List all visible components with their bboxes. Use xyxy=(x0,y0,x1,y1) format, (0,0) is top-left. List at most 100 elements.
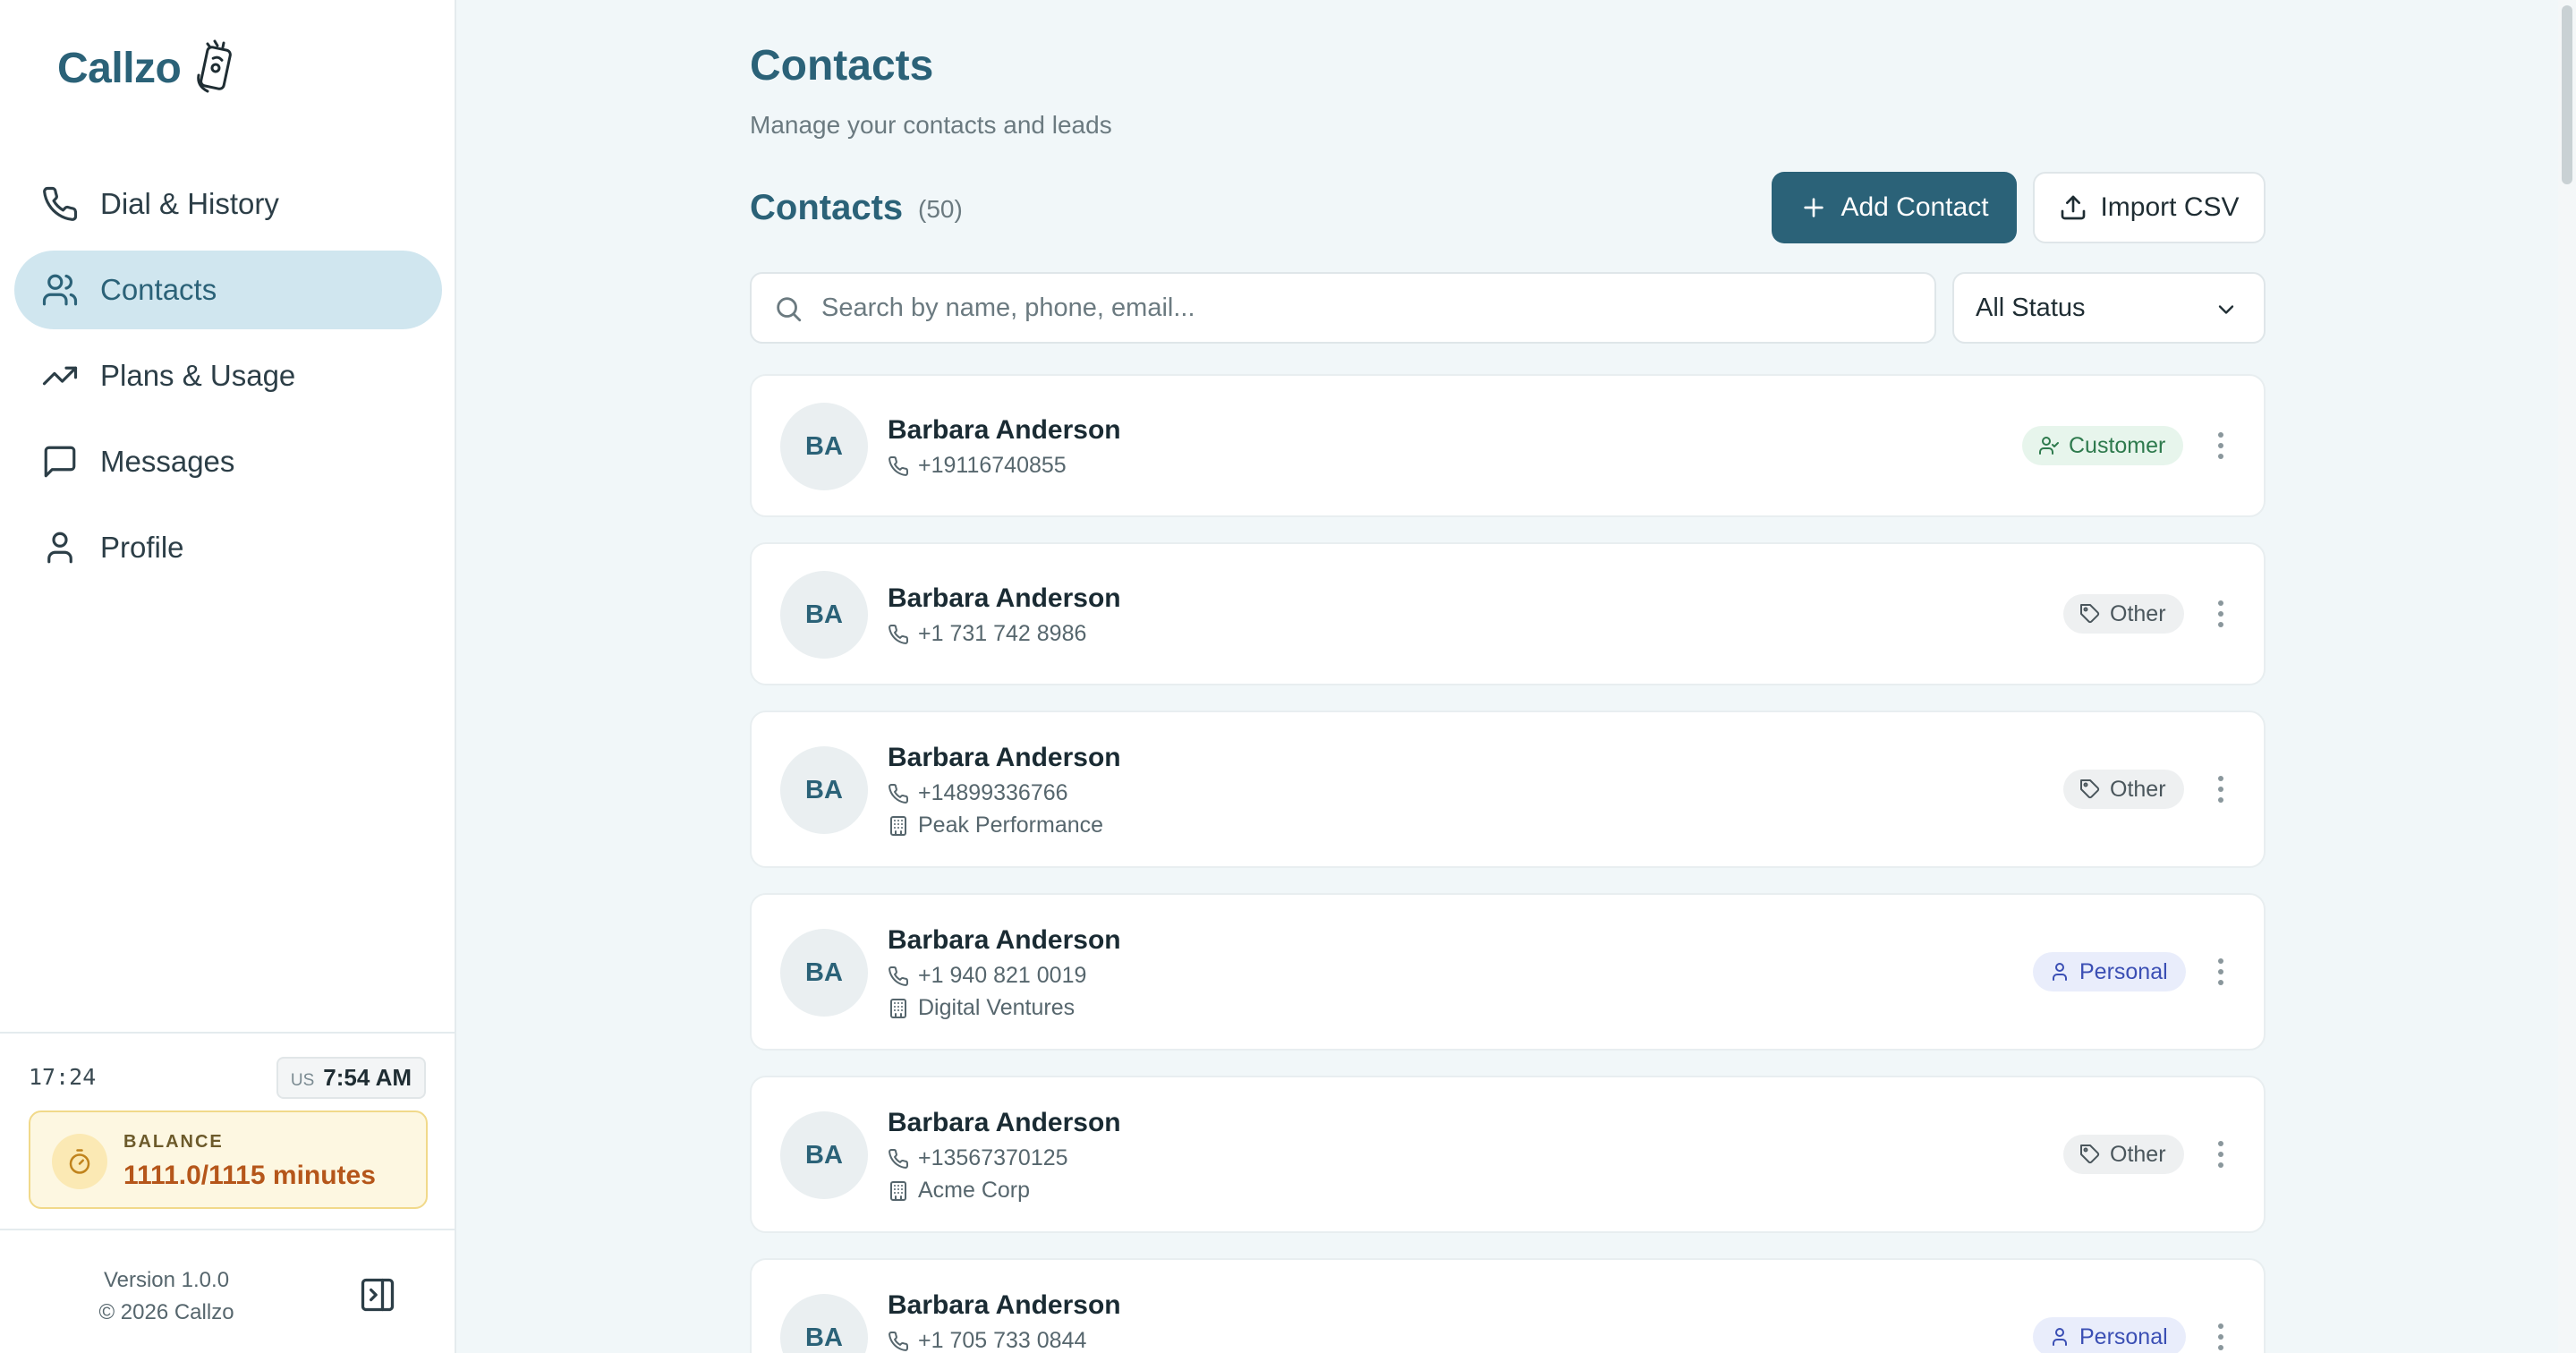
sidebar-item-profile[interactable]: Profile xyxy=(14,508,442,587)
status-badge: Personal xyxy=(2033,952,2186,991)
sidebar-item-plans-usage[interactable]: Plans & Usage xyxy=(14,336,442,415)
phone-icon xyxy=(43,186,78,221)
contact-phone: +1 705 733 0844 xyxy=(888,1328,1086,1353)
import-csv-button[interactable]: Import CSV xyxy=(2033,172,2266,243)
add-contact-button[interactable]: Add Contact xyxy=(1772,172,2017,243)
timezone-time: 7:54 AM xyxy=(323,1064,412,1091)
more-options-button[interactable] xyxy=(2210,596,2232,632)
sidebar-item-label: Plans & Usage xyxy=(100,359,296,392)
scrollbar-thumb[interactable] xyxy=(2562,5,2572,184)
trending-up-icon xyxy=(42,366,78,386)
phone-icon xyxy=(888,1331,909,1351)
avatar: BA xyxy=(780,1294,868,1353)
sidebar-item-label: Profile xyxy=(100,531,184,564)
sidebar-footer: Version 1.0.0 © 2026 Callzo xyxy=(0,1229,455,1353)
user-icon xyxy=(47,532,72,564)
contact-company: Acme Corp xyxy=(888,1178,1030,1204)
timezone-code: US xyxy=(290,1071,315,1090)
sidebar-item-label: Dial & History xyxy=(100,187,279,220)
contact-phone: +19116740855 xyxy=(888,453,1067,479)
status-badge-label: Customer xyxy=(2069,432,2166,458)
search-input[interactable] xyxy=(821,274,1913,342)
page-scrollbar[interactable] xyxy=(2558,0,2576,1353)
more-vertical-icon xyxy=(2218,776,2223,803)
avatar: BA xyxy=(780,1111,868,1199)
sidebar: Callzo Dial & History Contacts Plans & U… xyxy=(0,0,456,1353)
more-vertical-icon xyxy=(2218,958,2223,985)
contact-card[interactable]: BA Barbara Anderson +1 731 742 8986 Othe… xyxy=(750,542,2266,685)
section-title: Contacts xyxy=(750,188,904,227)
sidebar-item-contacts[interactable]: Contacts xyxy=(14,251,442,329)
panel-collapse-icon xyxy=(361,1278,395,1312)
more-options-button[interactable] xyxy=(2210,771,2232,807)
contact-phone: +1 731 742 8986 xyxy=(888,621,1086,647)
status-badge-label: Other xyxy=(2110,776,2166,802)
more-options-button[interactable] xyxy=(2210,1136,2232,1172)
contacts-count: (50) xyxy=(918,195,963,223)
more-options-button[interactable] xyxy=(2210,428,2232,464)
company-name: Digital Ventures xyxy=(918,995,1075,1020)
building-icon xyxy=(890,815,906,836)
sidebar-item-messages[interactable]: Messages xyxy=(14,422,442,501)
phone-hand-icon xyxy=(197,39,233,93)
phone-number: +1 731 742 8986 xyxy=(918,621,1087,646)
message-icon xyxy=(44,446,76,478)
contact-name: Barbara Anderson xyxy=(888,743,1121,772)
phone-number: +13567370125 xyxy=(918,1145,1068,1170)
status-filter-select[interactable]: All Status xyxy=(1952,272,2266,344)
tag-icon xyxy=(2080,1145,2100,1164)
phone-icon xyxy=(888,966,909,986)
user-icon xyxy=(2053,963,2067,981)
search-box xyxy=(750,272,1936,344)
company-name: Peak Performance xyxy=(918,813,1104,838)
balance-card: BALANCE 1111.0/1115 minutes xyxy=(29,1110,428,1209)
page-subtitle: Manage your contacts and leads xyxy=(750,111,1112,139)
contact-name: Barbara Anderson xyxy=(888,1108,1121,1137)
phone-icon xyxy=(888,1148,909,1169)
company-name: Acme Corp xyxy=(918,1178,1031,1203)
phone-number: +1 940 821 0019 xyxy=(918,963,1087,988)
contact-company: Peak Performance xyxy=(888,813,1103,838)
contact-card[interactable]: BA Barbara Anderson +1 705 733 0844 Pers… xyxy=(750,1258,2266,1353)
phone-number: +1 705 733 0844 xyxy=(918,1328,1087,1353)
more-options-button[interactable] xyxy=(2210,954,2232,990)
upload-icon xyxy=(2062,195,2086,220)
status-badge-label: Personal xyxy=(2079,1323,2168,1349)
contact-company: Digital Ventures xyxy=(888,995,1075,1021)
contact-card[interactable]: BA Barbara Anderson +1 940 821 0019 Digi… xyxy=(750,893,2266,1051)
balance-value: 1111.0/1115 minutes xyxy=(123,1161,376,1190)
avatar: BA xyxy=(780,571,868,659)
more-vertical-icon xyxy=(2218,600,2223,627)
contact-card[interactable]: BA Barbara Anderson +14899336766 Peak Pe… xyxy=(750,711,2266,868)
contact-card[interactable]: BA Barbara Anderson +13567370125 Acme Co… xyxy=(750,1076,2266,1233)
user-icon xyxy=(2053,1328,2067,1346)
more-vertical-icon xyxy=(2218,432,2223,459)
status-badge-label: Other xyxy=(2110,600,2166,626)
more-options-button[interactable] xyxy=(2210,1319,2232,1353)
users-icon xyxy=(42,274,78,306)
phone-icon xyxy=(888,624,909,644)
import-csv-label: Import CSV xyxy=(2100,192,2240,222)
status-badge: Personal xyxy=(2033,1317,2186,1353)
sidebar-status: 17:24 US 7:54 AM BALANCE 1111.0/1115 min… xyxy=(0,1032,455,1229)
contact-name: Barbara Anderson xyxy=(888,583,1121,613)
contact-phone: +14899336766 xyxy=(888,780,1068,806)
collapse-sidebar-button[interactable] xyxy=(358,1275,397,1315)
timer-icon xyxy=(52,1134,107,1189)
contact-card[interactable]: BA Barbara Anderson +19116740855 Custome… xyxy=(750,374,2266,517)
contact-name: Barbara Anderson xyxy=(888,415,1121,445)
sidebar-item-dial-history[interactable]: Dial & History xyxy=(14,165,442,243)
version-text: Version 1.0.0 xyxy=(103,1268,230,1292)
logo[interactable]: Callzo xyxy=(57,39,238,97)
contact-phone: +13567370125 xyxy=(888,1145,1068,1171)
status-badge: Customer xyxy=(2022,426,2184,465)
status-filter-value: All Status xyxy=(1976,293,2086,322)
status-badge: Other xyxy=(2063,770,2184,809)
timezone-clock: US 7:54 AM xyxy=(276,1057,426,1099)
add-contact-label: Add Contact xyxy=(1841,192,1989,222)
phone-number: +14899336766 xyxy=(918,780,1068,805)
tag-icon xyxy=(2080,779,2100,799)
plus-icon xyxy=(1804,198,1824,217)
avatar: BA xyxy=(780,403,868,490)
search-icon xyxy=(777,297,802,322)
